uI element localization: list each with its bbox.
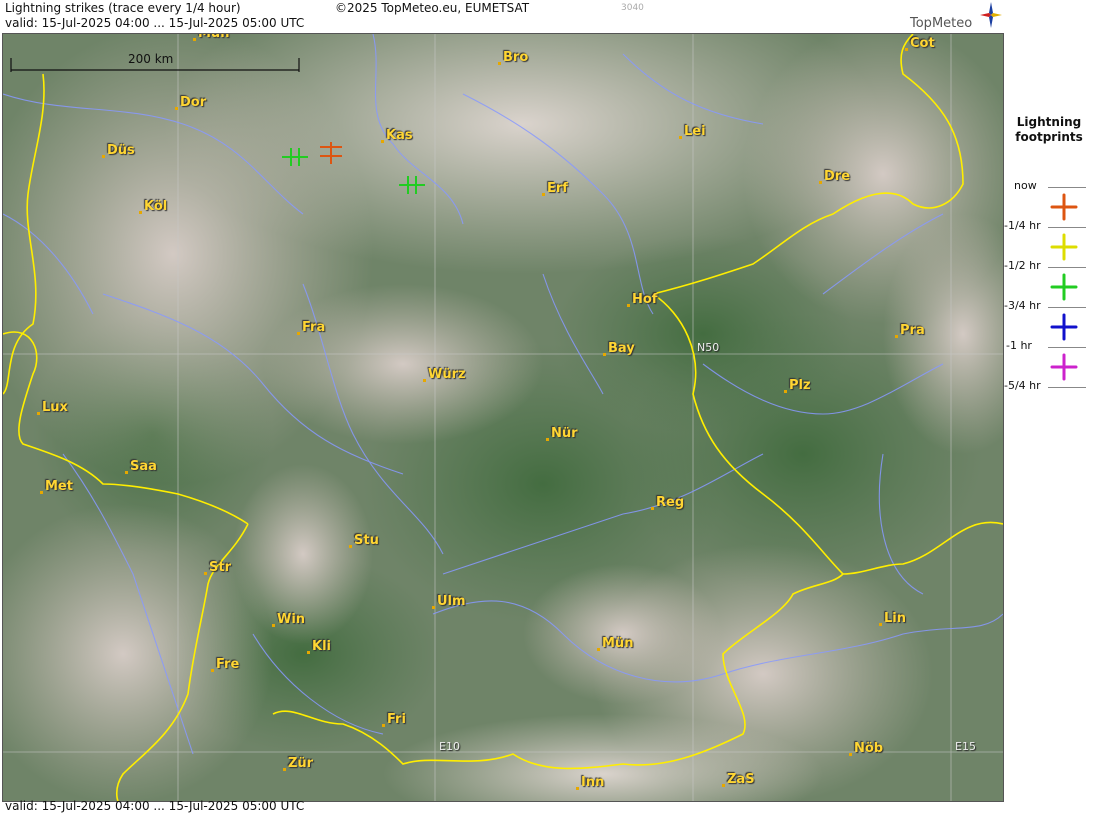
legend-cross-one-hour	[1050, 313, 1078, 341]
city-label: Win	[272, 612, 305, 627]
city-label: Mün	[597, 636, 633, 651]
legend-cross-quarter-hour	[1050, 193, 1078, 221]
footer-valid-time: valid: 15-Jul-2025 04:00 ... 15-Jul-2025…	[5, 799, 305, 813]
city-label: Würz	[423, 367, 466, 382]
city-label: Str	[204, 560, 231, 575]
brand-logo[interactable]: TopMeteo	[910, 16, 972, 31]
valid-time: valid: 15-Jul-2025 04:00 ... 15-Jul-2025…	[5, 16, 305, 30]
city-label: ZaS	[722, 772, 755, 787]
city-label: Fre	[211, 657, 239, 672]
city-label: Köl	[139, 199, 167, 214]
city-label: Fri	[382, 712, 406, 727]
city-label: Inn	[576, 775, 604, 790]
city-label: Plz	[784, 378, 811, 393]
legend-cross-five-quarter-hour	[1050, 353, 1078, 381]
legend-symbols	[1050, 193, 1078, 381]
grid-label-n50: N50	[697, 341, 720, 354]
city-label: Zür	[283, 756, 313, 771]
city-label: Fra	[297, 320, 325, 335]
city-label: Dor	[175, 95, 206, 110]
city-label: Bro	[498, 50, 528, 65]
city-label: Erf	[542, 181, 568, 196]
grid-label-e10: E10	[439, 740, 460, 753]
city-label: Reg	[651, 495, 684, 510]
city-label: Stu	[349, 533, 379, 548]
city-label: Mün	[193, 34, 229, 41]
city-label: Ulm	[432, 594, 466, 609]
map-title: Lightning strikes (trace every 1/4 hour)	[5, 1, 241, 15]
city-label: Nür	[546, 426, 578, 441]
city-label: Pra	[895, 323, 925, 338]
city-label: Kas	[381, 128, 413, 143]
lightning-strike	[282, 142, 425, 194]
city-label: Saa	[125, 459, 157, 474]
city-label: Hof	[627, 292, 657, 307]
city-label: Bay	[603, 341, 635, 356]
legend-cross-half-hour	[1050, 233, 1078, 261]
legend-cross-three-quarter-hour	[1050, 273, 1078, 301]
city-label: Düs	[102, 143, 135, 158]
city-label: Kli	[307, 639, 331, 654]
compass-icon	[980, 2, 1002, 28]
city-label: Cot	[905, 36, 935, 51]
satellite-map[interactable]: 200 km Mün Bro Cot Dor Kas Lei Düs Erf D…	[2, 33, 1004, 802]
legend-panel: Lightning footprints now -1/4 hr -1/2 hr…	[1004, 33, 1094, 800]
city-label: Dre	[819, 169, 850, 184]
strike-layer	[282, 142, 425, 194]
product-code: 3040	[621, 3, 644, 13]
city-label: Lin	[879, 611, 906, 626]
city-label: Met	[40, 479, 73, 494]
copyright: ©2025 TopMeteo.eu, EUMETSAT	[335, 1, 530, 15]
grid-label-e15: E15	[955, 740, 976, 753]
city-label: Lei	[679, 124, 706, 139]
city-label: Lux	[37, 400, 68, 415]
city-label: Nöb	[849, 741, 883, 756]
